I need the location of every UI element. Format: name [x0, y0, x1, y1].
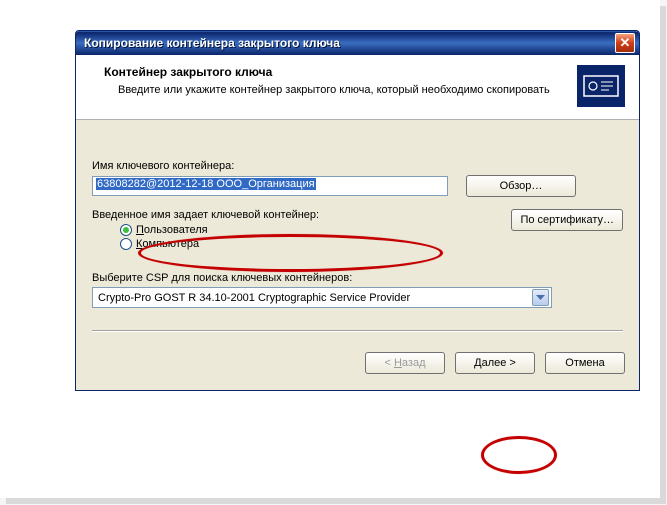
- csp-label: Выберите CSP для поиска ключевых контейн…: [92, 272, 623, 284]
- window-title: Копирование контейнера закрытого ключа: [84, 36, 340, 50]
- wizard-window: Копирование контейнера закрытого ключа ✕…: [75, 30, 640, 391]
- cancel-button[interactable]: Отмена: [545, 352, 625, 374]
- browse-button[interactable]: Обзор…: [466, 175, 576, 197]
- close-button[interactable]: ✕: [615, 33, 635, 53]
- chevron-down-icon: [532, 289, 549, 306]
- header-description: Введите или укажите контейнер закрытого …: [104, 83, 567, 98]
- wizard-body: Имя ключевого контейнера: 63808282@2012-…: [76, 120, 639, 352]
- container-name-value: 63808282@2012-12-18 ООО_Организация: [96, 178, 316, 190]
- by-certificate-button[interactable]: По сертификату…: [511, 209, 623, 231]
- container-name-input[interactable]: 63808282@2012-12-18 ООО_Организация: [92, 176, 448, 196]
- certificate-icon: [577, 65, 625, 107]
- header-title: Контейнер закрытого ключа: [104, 65, 567, 79]
- scope-computer-radio[interactable]: Компьютера: [120, 238, 493, 250]
- scope-user-label: Пользователя: [136, 224, 208, 236]
- radio-unchecked-icon: [120, 238, 132, 250]
- csp-value: Crypto-Pro GOST R 34.10-2001 Cryptograph…: [98, 292, 532, 304]
- scope-computer-label: Компьютера: [136, 238, 199, 250]
- next-button[interactable]: Далее >: [455, 352, 535, 374]
- scope-user-radio[interactable]: Пользователя: [120, 224, 493, 236]
- radio-checked-icon: [120, 224, 132, 236]
- wizard-footer: < Назад Далее > Отмена: [76, 352, 639, 390]
- csp-select[interactable]: Crypto-Pro GOST R 34.10-2001 Cryptograph…: [92, 287, 552, 308]
- scope-radio-group: Пользователя Компьютера: [92, 224, 493, 250]
- separator: [92, 330, 623, 332]
- back-button: < Назад: [365, 352, 445, 374]
- close-icon: ✕: [620, 35, 631, 51]
- wizard-header: Контейнер закрытого ключа Введите или ук…: [76, 55, 639, 120]
- container-name-label: Имя ключевого контейнера:: [92, 160, 623, 172]
- titlebar[interactable]: Копирование контейнера закрытого ключа ✕: [76, 31, 639, 55]
- scope-label: Введенное имя задает ключевой контейнер:: [92, 209, 493, 221]
